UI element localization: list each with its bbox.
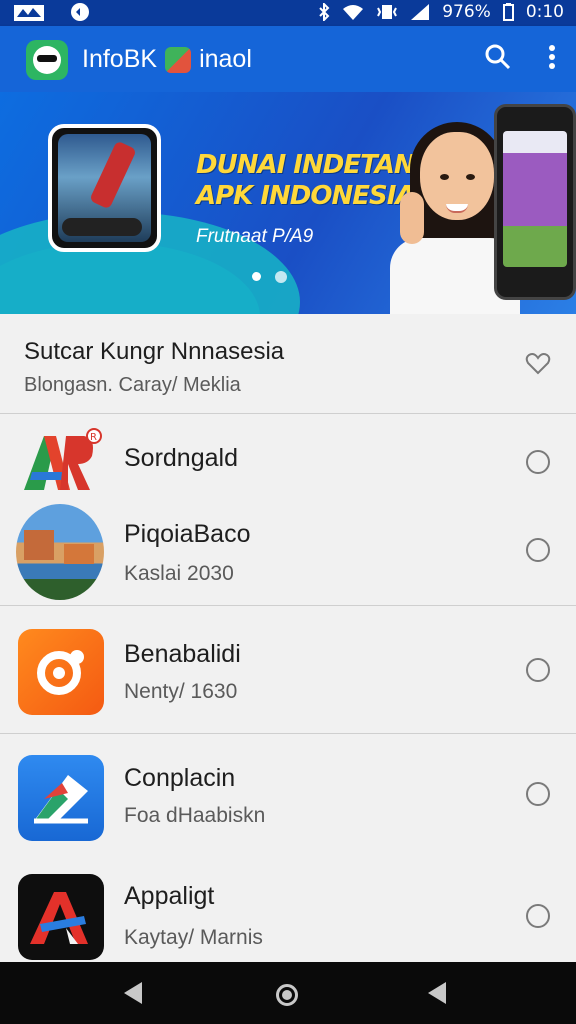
page-dot[interactable] [275,271,287,283]
battery-text: 976% [442,2,491,22]
status-bar: 976% 0:10 [0,0,576,26]
list-item[interactable]: Conplacin Foa dHaabiskn [0,734,576,854]
item-title: PiqoiaBaco [124,520,251,548]
banner-headline: DUNAI INDETANA APK INDONESIA [196,150,435,212]
radio-button[interactable] [526,904,550,928]
item-subtitle: Nenty/ 1630 [124,680,238,703]
banner-subtitle: Frutnaat P/A9 [196,226,314,247]
notification-circle-icon [71,3,89,21]
brand-mini-logo-icon [165,46,192,73]
page-dot-active[interactable] [252,272,261,281]
landscape-photo-icon [16,504,104,600]
clock-text: 0:10 [525,2,564,22]
search-icon[interactable] [484,43,512,71]
recents-icon[interactable] [428,982,446,1004]
header-item-subtitle: Blongasn. Caray/ Meklia [24,374,241,396]
notification-app-icon [14,5,44,21]
list-item[interactable]: Benabalidi Nenty/ 1630 [0,606,576,734]
radio-button[interactable] [526,658,550,682]
list-header-item[interactable]: Sutcar Kungr Nnnasesia Blongasn. Caray/ … [0,314,576,414]
more-vert-icon[interactable] [548,43,556,71]
list-item[interactable]: PiqoiaBaco Kaslai 2030 [0,504,576,606]
banner-phone-right-image [494,104,576,300]
signal-icon [411,4,430,20]
promo-banner[interactable]: DUNAI INDETANA APK INDONESIA Frutnaat P/… [0,92,576,314]
radio-button[interactable] [526,782,550,806]
home-icon[interactable] [276,984,298,1006]
red-a-icon [18,874,104,960]
banner-headline-line2: APK INDONESIA [196,181,416,211]
app-bar: InfoBK inaol [0,26,576,92]
item-subtitle: Kaslai 2030 [124,562,234,585]
list-group: Conplacin Foa dHaabiskn Appaligt Kaytay/… [0,734,576,962]
app-list: Sutcar Kungr Nnnasesia Blongasn. Caray/ … [0,314,576,962]
list-item[interactable]: R Sordngald [0,414,576,510]
favorite-heart-icon[interactable] [525,352,551,376]
list-item[interactable]: Appaligt Kaytay/ Marnis [0,854,576,962]
item-title: Conplacin [124,764,236,792]
radio-button[interactable] [526,538,550,562]
banner-phone-image [48,124,161,252]
orange-badge-icon [18,629,104,715]
system-nav-bar [0,962,576,1024]
header-item-title: Sutcar Kungr Nnnasesia [24,338,285,365]
radio-button[interactable] [526,450,550,474]
item-title: Appaligt [124,882,215,910]
ar-logo-icon: R [24,428,102,490]
back-icon[interactable] [124,982,142,1004]
item-title: Sordngald [124,444,238,472]
thumbs-up-hand [400,192,424,244]
banner-page-indicator[interactable] [252,271,287,283]
app-title: InfoBK inaol [82,45,252,74]
vibrate-icon [377,5,398,19]
battery-icon [502,3,514,21]
app-title-text: InfoBK [82,45,158,73]
wifi-icon [343,5,364,20]
item-title: Benabalidi [124,640,241,668]
app-logo-icon[interactable] [26,40,68,80]
list-group: R Sordngald PiqoiaBaco Kaslai 2030 [0,414,576,606]
banner-headline-line1: DUNAI INDETANA [196,150,435,180]
item-subtitle: Kaytay/ Marnis [124,926,263,949]
blue-book-icon [18,755,104,841]
item-subtitle: Foa dHaabiskn [124,804,266,827]
bluetooth-icon [319,3,330,21]
app-title-suffix: inaol [199,45,252,73]
svg-text:R: R [90,432,97,443]
